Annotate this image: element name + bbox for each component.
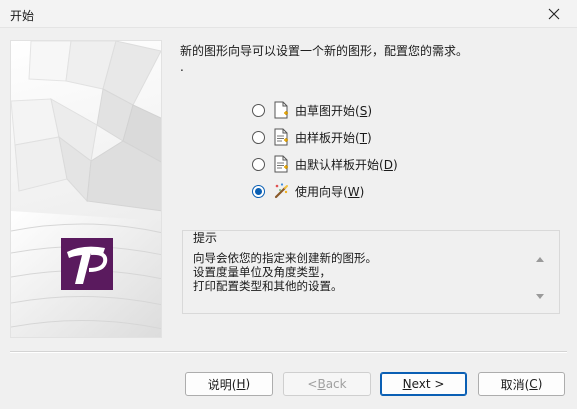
option-label: 由草图开始(S) <box>295 103 372 118</box>
option-label: 由样板开始(T) <box>295 130 372 145</box>
title-bar: 开始 <box>0 0 577 28</box>
hint-text: 向导会依您的指定来创建新的图形。 设置度量单位及角度类型， 打印配置类型和其他的… <box>193 251 523 309</box>
option-from-template[interactable]: 由样板开始(T) <box>252 127 492 147</box>
intro-text: 新的图形向导可以设置一个新的图形，配置您的需求。 . <box>180 43 560 75</box>
magic-wand-icon <box>274 183 288 199</box>
close-icon <box>548 8 560 20</box>
default-template-document-icon <box>274 155 288 173</box>
help-button[interactable]: 说明(H) <box>185 372 273 396</box>
option-from-scratch[interactable]: 由草图开始(S) <box>252 100 492 120</box>
intro-line-2: . <box>180 60 184 74</box>
option-label: 使用向导(W) <box>295 184 365 199</box>
option-from-default-template[interactable]: 由默认样板开始(D) <box>252 154 492 174</box>
template-document-icon <box>274 128 288 146</box>
close-button[interactable] <box>531 0 577 28</box>
next-button[interactable]: Next > <box>380 372 467 396</box>
blank-document-icon <box>274 101 288 119</box>
divider <box>10 351 567 353</box>
spiral-staircase-illustration <box>11 41 161 337</box>
radio-use-wizard[interactable] <box>252 184 265 198</box>
radio-from-template[interactable] <box>252 130 265 144</box>
wizard-side-image <box>10 40 162 338</box>
window-title: 开始 <box>10 9 35 23</box>
option-label: 由默认样板开始(D) <box>295 157 398 172</box>
scroll-up-arrow-icon[interactable] <box>533 252 547 266</box>
cancel-button[interactable]: 取消(C) <box>478 372 565 396</box>
back-button[interactable]: < Back <box>283 372 371 396</box>
hint-title: 提示 <box>191 231 220 245</box>
radio-from-default-template[interactable] <box>252 157 265 171</box>
option-use-wizard[interactable]: 使用向导(W) <box>252 181 492 201</box>
intro-line: 新的图形向导可以设置一个新的图形，配置您的需求。 <box>180 44 469 58</box>
scroll-down-arrow-icon[interactable] <box>533 290 547 304</box>
app-logo <box>61 238 113 290</box>
radio-from-scratch[interactable] <box>252 103 265 117</box>
